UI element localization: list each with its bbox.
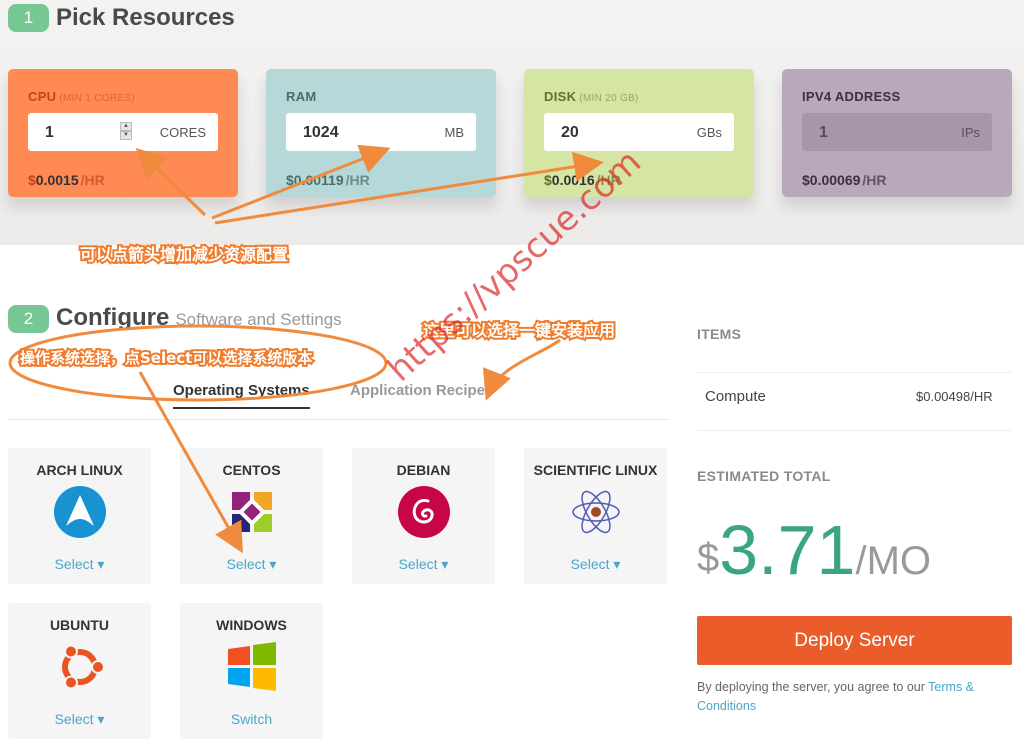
arch-linux-icon [54, 486, 106, 538]
estimated-total-heading: ESTIMATED TOTAL [697, 468, 831, 484]
os-name: WINDOWS [216, 617, 287, 633]
select-dropdown[interactable]: Select ▾ [352, 556, 495, 573]
ram-input[interactable]: 1024 MB [286, 113, 476, 151]
centos-icon [232, 492, 272, 532]
os-tile-centos[interactable]: CENTOS Select ▾ [180, 448, 323, 584]
increment-arrow-icon[interactable]: ▲ [120, 122, 132, 131]
pick-resources-section: 1 Pick Resources CPU (MIN 1 CORES) 1 ▲ ▼ … [0, 0, 1024, 245]
annotation-os-note: 操作系统选择，点Select可以选择系统版本 [18, 347, 314, 369]
cpu-cores-input[interactable]: 1 ▲ ▼ CORES [28, 113, 218, 151]
cpu-price: $0.0015/HR [28, 172, 105, 188]
cpu-stepper[interactable]: ▲ ▼ [120, 122, 134, 142]
select-dropdown[interactable]: Select ▾ [524, 556, 667, 573]
pick-resources-title: Pick Resources [56, 4, 235, 31]
os-name: SCIENTIFIC LINUX [533, 462, 658, 478]
disk-value: 20 [561, 124, 579, 141]
os-tile-windows[interactable]: WINDOWS Switch [180, 603, 323, 739]
ipv4-value: 1 [819, 124, 828, 141]
os-tile-scientific-linux[interactable]: SCIENTIFIC LINUX Select ▾ [524, 448, 667, 584]
items-heading: ITEMS [697, 326, 742, 342]
cpu-card: CPU (MIN 1 CORES) 1 ▲ ▼ CORES $0.0015/HR [8, 69, 238, 197]
os-tile-arch-linux[interactable]: ARCH LINUX Select ▾ [8, 448, 151, 584]
ipv4-label: IPV4 ADDRESS [802, 89, 901, 104]
disk-unit: GBs [696, 125, 722, 140]
divider [697, 372, 1012, 373]
annotation-app-note: 这里可以选择一键安装应用 [421, 319, 617, 342]
ipv4-price: $0.00069/HR [802, 172, 887, 188]
terms-text: By deploying the server, you agree to ou… [697, 680, 975, 713]
ram-label: RAM [286, 89, 317, 104]
ipv4-card: IPV4 ADDRESS 1 IPs $0.00069/HR [782, 69, 1012, 197]
debian-icon [398, 486, 450, 538]
decrement-arrow-icon[interactable]: ▼ [120, 131, 132, 140]
ram-value: 1024 [303, 124, 339, 141]
item-price: $0.00498/HR [916, 389, 993, 404]
tab-application-recipes[interactable]: Application Recipes [350, 382, 493, 399]
os-tile-ubuntu[interactable]: UBUNTU Select ▾ [8, 603, 151, 739]
os-name: CENTOS [222, 462, 281, 478]
step-1-badge: 1 [8, 4, 49, 32]
ubuntu-icon [62, 644, 105, 690]
cpu-unit: CORES [159, 125, 206, 140]
select-dropdown[interactable]: Select ▾ [180, 556, 323, 573]
tab-operating-systems[interactable]: Operating Systems [173, 382, 310, 409]
ram-unit: MB [444, 125, 465, 140]
os-name: ARCH LINUX [36, 462, 123, 478]
cpu-value: 1 [45, 124, 54, 141]
configure-tabs: Operating Systems Application Recipes [8, 380, 668, 420]
ram-price: $0.00119/HR [286, 172, 370, 188]
disk-label: DISK (MIN 20 GB) [544, 89, 639, 104]
annotation-arrows-note: 可以点箭头增加减少资源配置 [78, 243, 290, 266]
switch-link[interactable]: Switch [180, 711, 323, 727]
deploy-server-button[interactable]: Deploy Server [697, 616, 1012, 665]
cpu-label: CPU (MIN 1 CORES) [28, 89, 135, 104]
ipv4-input: 1 IPs [802, 113, 992, 151]
disk-price: $0.0016/HR [544, 172, 621, 188]
select-dropdown[interactable]: Select ▾ [8, 711, 151, 728]
item-name: Compute [705, 388, 766, 405]
select-dropdown[interactable]: Select ▾ [8, 556, 151, 573]
windows-icon [228, 642, 276, 691]
os-tile-debian[interactable]: DEBIAN Select ▾ [352, 448, 495, 584]
step-2-badge: 2 [8, 305, 49, 333]
disk-card: DISK (MIN 20 GB) 20 GBs $0.0016/HR [524, 69, 754, 197]
divider [697, 430, 1012, 431]
configure-title: Configure Software and Settings [56, 304, 342, 331]
os-name: DEBIAN [396, 462, 451, 478]
disk-input[interactable]: 20 GBs [544, 113, 734, 151]
scientific-linux-icon [572, 490, 620, 534]
ram-card: RAM 1024 MB $0.00119/HR [266, 69, 496, 197]
estimated-total: $3.71/MO [697, 511, 932, 589]
os-name: UBUNTU [49, 617, 110, 633]
ipv4-unit: IPs [961, 125, 980, 140]
